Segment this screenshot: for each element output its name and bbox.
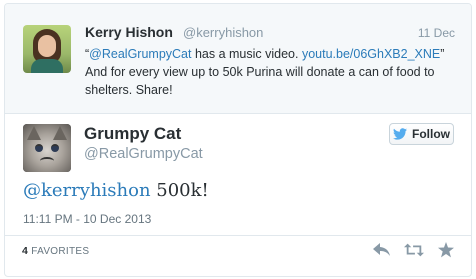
follow-button[interactable]: Follow: [389, 123, 454, 145]
author-name[interactable]: Grumpy Cat: [84, 124, 181, 144]
favorite-button[interactable]: [435, 241, 457, 259]
kerry-hishon-avatar[interactable]: [23, 25, 71, 73]
grumpy-cat-avatar[interactable]: [23, 124, 71, 172]
favorites-label: FAVORITES: [31, 246, 90, 257]
favorites-count[interactable]: 4 FAVORITES: [22, 245, 89, 257]
parent-tweet[interactable]: Kerry Hishon @kerryhishon 11 Dec “@RealG…: [5, 4, 471, 114]
favorites-number: 4: [22, 245, 29, 257]
star-icon: [438, 242, 454, 258]
youtube-link[interactable]: youtu.be/06GhXB2_XNE: [302, 47, 440, 61]
tweet-text: @kerryhishon 500k!: [23, 180, 209, 201]
tweet-actions: [371, 241, 457, 259]
tweet-timestamp[interactable]: 11:11 PM - 10 Dec 2013: [23, 212, 151, 226]
reply-icon: [373, 243, 390, 256]
embedded-tweet-card: Kerry Hishon @kerryhishon 11 Dec “@RealG…: [4, 3, 472, 277]
parent-tweet-text: “@RealGrumpyCat has a music video. youtu…: [85, 47, 445, 97]
divider: [5, 235, 471, 236]
retweet-icon: [404, 243, 424, 257]
follow-label: Follow: [412, 127, 450, 141]
parent-author-handle[interactable]: @kerryhishon: [183, 25, 263, 40]
parent-tweet-date[interactable]: 11 Dec: [418, 26, 455, 40]
twitter-bird-icon: [393, 128, 407, 140]
retweet-button[interactable]: [403, 241, 425, 259]
parent-author-name[interactable]: Kerry Hishon: [85, 24, 173, 40]
author-handle[interactable]: @RealGrumpyCat: [84, 146, 203, 162]
reply-button[interactable]: [371, 241, 393, 259]
mention-link-realgrumpycat[interactable]: @RealGrumpyCat: [89, 47, 191, 61]
mention-link-kerryhishon[interactable]: @kerryhishon: [23, 180, 151, 201]
